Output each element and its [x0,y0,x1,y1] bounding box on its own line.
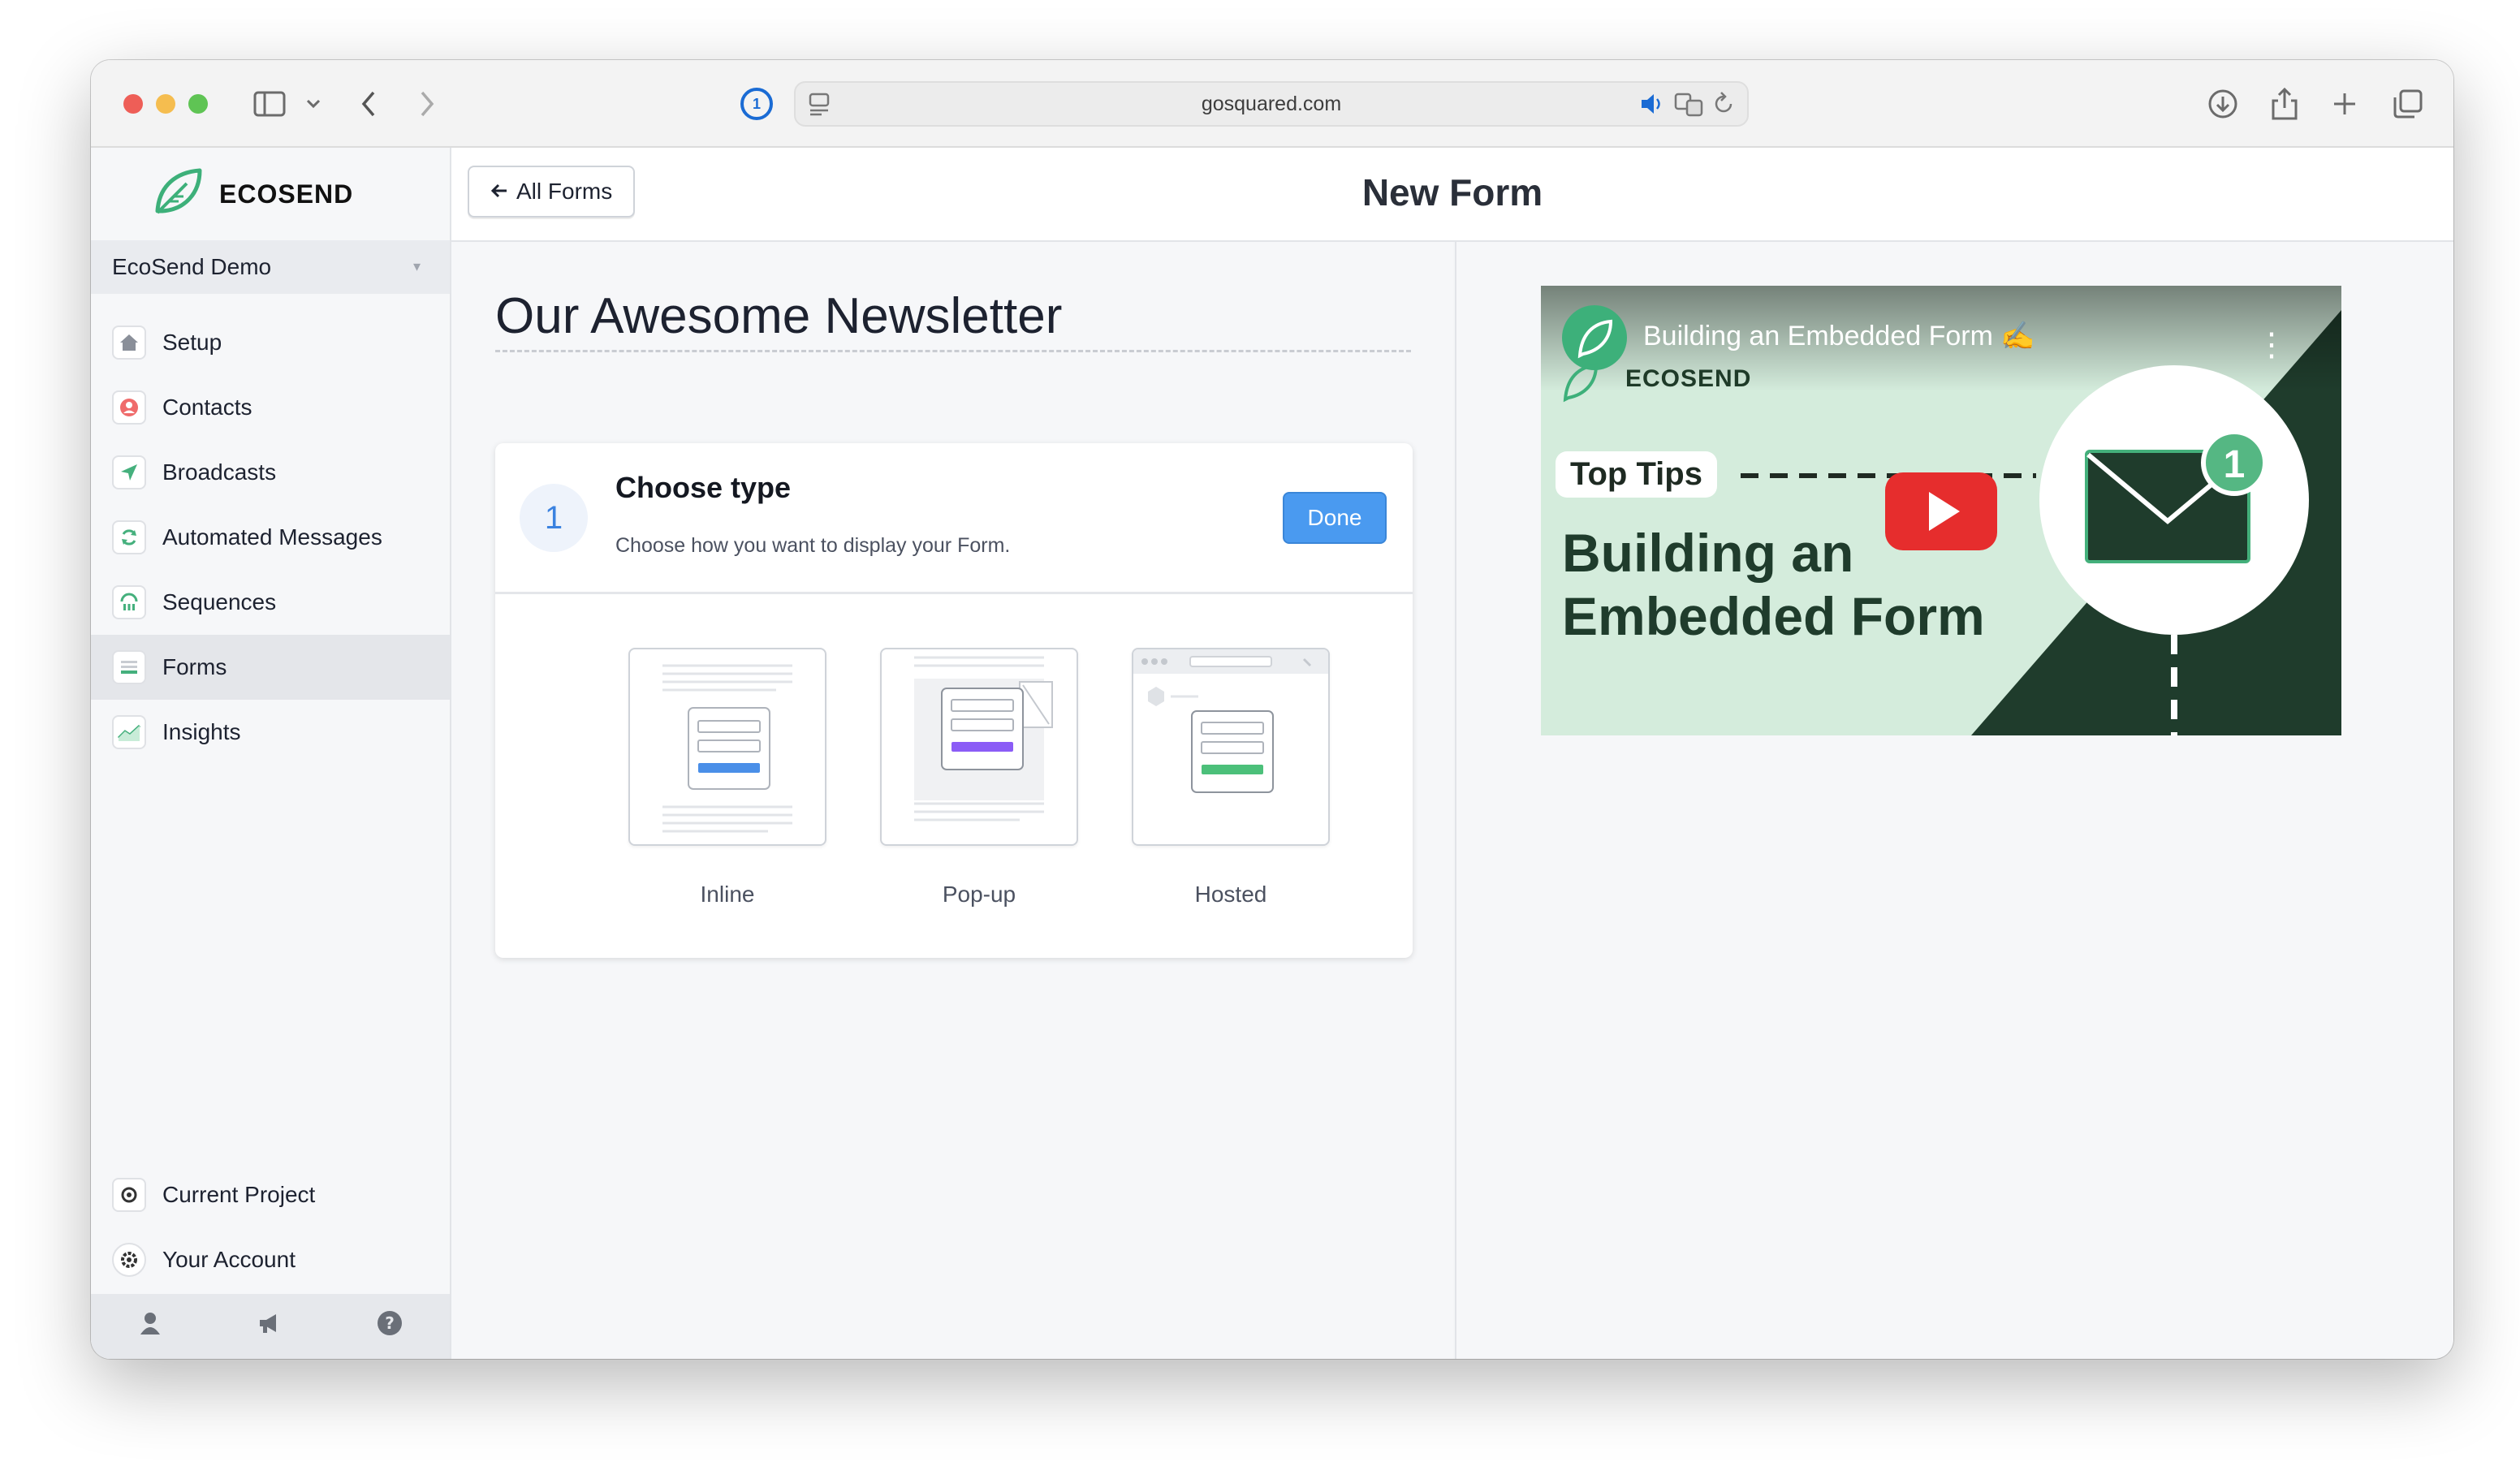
form-type-inline[interactable]: Inline [628,648,826,908]
sidebar-bottom-nav: Current Project Your Account [91,1162,450,1292]
page-menu-icon[interactable] [807,91,831,123]
choose-type-card: 1 Choose type Choose how you want to dis… [495,443,1413,958]
forward-nav-icon[interactable] [408,84,447,123]
type-label: Hosted [1194,882,1267,907]
chevron-down-icon: ▾ [412,258,421,274]
project-icon [112,1178,146,1212]
app-root: ECOSEND EcoSend Demo ▾ Setup Contacts Br… [91,148,2453,1359]
video-tag: Top Tips [1556,451,1717,498]
type-label: Pop-up [942,882,1016,907]
translate-icon[interactable] [1674,91,1703,123]
refresh-icon [112,520,146,554]
form-type-options: Inline Pop-up Hosted [628,648,1330,908]
downloads-icon[interactable] [2203,84,2242,123]
sidebar-item-label: Sequences [162,589,277,614]
sidebar-item-label: Current Project [162,1182,316,1207]
sidebar-item-broadcasts[interactable]: Broadcasts [91,440,450,505]
sidebar-toggle-icon[interactable] [250,84,289,123]
headline-line: Embedded Form [1562,586,1985,646]
leaf-logo-icon [151,166,205,223]
chart-icon [112,715,146,749]
new-tab-icon[interactable] [2325,84,2364,123]
video-embed[interactable]: Building an Embedded Form ✍️ ⋮ ECOSEND T… [1541,286,2341,735]
page-header: All Forms New Form [451,148,2453,242]
notification-badge: 1 [2223,442,2246,486]
brand-logo[interactable]: ECOSEND [91,148,450,240]
step-number: 1 [520,484,588,552]
gear-icon [112,1243,146,1277]
house-icon [112,326,146,360]
type-label: Inline [700,882,755,907]
video-title: Building an Embedded Form ✍️ [1643,321,2035,351]
page-title: New Form [1361,171,1543,213]
sidebar-item-your-account[interactable]: Your Account [91,1227,450,1292]
minimize-window-button[interactable] [156,94,175,114]
back-nav-icon[interactable] [349,84,388,123]
address-bar[interactable]: gosquared.com [794,81,1749,127]
form-type-popup[interactable]: Pop-up [880,648,1078,908]
sidebar-item-label: Automated Messages [162,524,382,550]
person-icon [112,390,146,425]
send-icon [112,455,146,489]
sidebar-item-insights[interactable]: Insights [91,700,450,765]
form-name-input[interactable]: Our Awesome Newsletter [495,287,1411,352]
sidebar-item-label: Your Account [162,1247,296,1272]
sidebar-item-current-project[interactable]: Current Project [91,1162,450,1227]
project-selector[interactable]: EcoSend Demo ▾ [91,240,450,294]
hosted-thumbnail [1132,648,1330,846]
more-options-icon[interactable]: ⋮ [2255,326,2288,364]
sidebar-item-contacts[interactable]: Contacts [91,375,450,440]
play-button[interactable] [1885,472,1997,550]
sidebar-item-label: Contacts [162,395,252,420]
step-subtitle: Choose how you want to display your Form… [615,534,1011,557]
help-video-panel: Building an Embedded Form ✍️ ⋮ ECOSEND T… [1455,242,2453,1359]
sidebar-item-label: Broadcasts [162,459,277,485]
browser-window: 1 gosquared.com ECOSEND EcoSend Demo ▾ S… [91,60,2453,1359]
sidebar-nav: Setup Contacts Broadcasts Automated Mess… [91,310,450,765]
audio-playing-icon[interactable] [1638,91,1666,123]
project-name: EcoSend Demo [112,254,272,279]
close-window-button[interactable] [123,94,143,114]
zoom-window-button[interactable] [188,94,208,114]
browser-titlebar: 1 gosquared.com [91,60,2453,148]
popup-thumbnail [880,648,1078,846]
sequence-icon [112,585,146,619]
inline-thumbnail [628,648,826,846]
user-icon[interactable] [137,1310,163,1343]
sidebar-footer: ? [91,1294,450,1359]
step-title: Choose type [615,471,792,504]
sidebar-item-forms[interactable]: Forms [91,635,450,700]
sidebar-item-label: Setup [162,330,222,355]
password-manager-icon[interactable]: 1 [740,88,773,120]
video-brand: ECOSEND [1625,365,1752,392]
help-icon[interactable]: ? [376,1309,403,1343]
url-text: gosquared.com [1201,92,1342,115]
form-builder-panel: Our Awesome Newsletter 1 Choose type Cho… [451,242,1453,1359]
share-icon[interactable] [2265,84,2304,123]
sidebar-item-setup[interactable]: Setup [91,310,450,375]
card-header: 1 Choose type Choose how you want to dis… [495,443,1413,594]
sidebar-item-label: Forms [162,654,227,679]
sidebar: ECOSEND EcoSend Demo ▾ Setup Contacts Br… [91,148,451,1359]
svg-text:?: ? [385,1313,395,1333]
tab-overview-icon[interactable] [2388,84,2427,123]
brand-name: ECOSEND [219,179,354,209]
form-icon [112,650,146,684]
form-type-hosted[interactable]: Hosted [1132,648,1330,908]
sidebar-item-label: Insights [162,719,241,744]
reload-icon[interactable] [1711,91,1736,123]
sidebar-item-automated-messages[interactable]: Automated Messages [91,505,450,570]
megaphone-icon[interactable] [257,1310,283,1343]
sidebar-item-sequences[interactable]: Sequences [91,570,450,635]
chevron-down-icon[interactable] [294,84,333,123]
done-button[interactable]: Done [1283,492,1387,544]
